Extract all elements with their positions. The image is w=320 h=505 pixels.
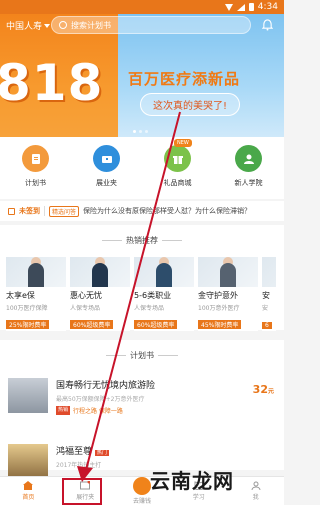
hot-tag: 热销: [56, 406, 71, 415]
plan-icon: [22, 145, 49, 172]
watermark: 云南龙网: [150, 469, 234, 493]
quick-item-plan[interactable]: 计划书: [6, 145, 66, 199]
product-title: 安: [262, 291, 270, 300]
plan-slogan: 行程之路 保障一路: [73, 408, 123, 415]
folder-icon: [93, 145, 120, 172]
new-badge: NEW: [174, 139, 192, 147]
plan-section: 计划书 国寿畅行无忧境内旅游险 最高50万保额保障+2万意外医疗 热销 行程之路…: [0, 340, 284, 479]
product-tag: 25%限时费率: [6, 320, 50, 329]
plan-info: 国寿畅行无忧境内旅游险 最高50万保额保障+2万意外医疗 热销 行程之路 保障一…: [56, 378, 155, 415]
home-icon: [23, 481, 34, 490]
quick-item-academy[interactable]: 新人学院: [219, 145, 279, 199]
product-tag: 6: [262, 322, 272, 329]
pagination-dot: [145, 130, 148, 133]
product-image: [70, 257, 130, 287]
product-card[interactable]: 安 安 6: [262, 257, 276, 331]
product-sub: 100万意外医疗: [198, 305, 240, 312]
product-image: [6, 257, 66, 287]
hot-tag: 热门: [94, 450, 109, 456]
nav-label: 首页: [22, 494, 35, 501]
banner-pagination: [133, 130, 148, 133]
price-unit: 元: [267, 388, 274, 395]
price-value: 32: [252, 383, 268, 396]
plan-tags: 热销 行程之路 保障一路: [56, 406, 155, 415]
notice-text[interactable]: 保险为什么没有原保险那样受人怼？为什么保险滞销？: [83, 206, 273, 216]
highlight-box: [62, 478, 102, 505]
chevron-down-icon: [44, 23, 51, 28]
product-tag: 60%超级费率: [134, 320, 178, 329]
banner-subtitle: 这次真的美哭了!: [140, 93, 241, 116]
product-image: [134, 257, 194, 287]
product-tag: 45%限时费率: [198, 320, 242, 329]
plan-title: 国寿畅行无忧境内旅游险: [56, 381, 156, 391]
notice-bar[interactable]: 未签到 精选问答 保险为什么没有原保险那样受人怼？为什么保险滞销？: [0, 201, 284, 221]
product-sub: 100万医疗保障: [6, 305, 48, 312]
divider: [44, 206, 45, 216]
product-title: 金守护意外: [198, 291, 238, 300]
battery-icon: [248, 3, 254, 11]
nav-profile[interactable]: 我: [227, 477, 284, 505]
product-title: 太享e保: [6, 291, 35, 300]
product-image: [198, 257, 258, 287]
product-sub: 人保专场品: [134, 305, 165, 312]
section-title: 计划书: [0, 350, 284, 361]
pagination-dot: [133, 130, 136, 133]
app-screen: 4:34 818 百万医疗添新品 这次真的美哭了! 中国人寿 计划书: [0, 0, 284, 505]
quick-label: 礼品商城: [163, 179, 192, 187]
hot-section: 热销推荐 太享e保 100万医疗保障 25%限时费率 惠心无忧 人保专场品 60…: [0, 225, 284, 331]
pagination-dot: [139, 130, 142, 133]
banner-big-number: 818: [0, 54, 104, 112]
plan-item[interactable]: 鸿福至尊 热门 2017年热销主打: [8, 444, 278, 479]
hot-card-list: 太享e保 100万医疗保障 25%限时费率 惠心无忧 人保专场品 60%超级费率…: [6, 257, 276, 331]
plan-price: 32元: [253, 383, 274, 396]
product-title: 惠心无忧: [70, 291, 102, 300]
bell-icon[interactable]: [262, 19, 273, 31]
product-title: 5-6类职业: [134, 291, 172, 300]
status-bar: 4:34: [0, 0, 284, 14]
gift-icon: NEW: [164, 139, 192, 172]
bottom-nav: 首页 展行夹 去赚钱 学习 我: [0, 476, 284, 505]
product-image: [262, 257, 276, 287]
quick-item-folder[interactable]: 展业夹: [77, 145, 137, 199]
nav-label: 去赚钱: [132, 498, 151, 505]
wifi-icon: [224, 3, 233, 11]
status-time: 4:34: [257, 2, 278, 12]
graduate-icon: [235, 145, 262, 172]
money-icon: [132, 477, 151, 495]
nav-home[interactable]: 首页: [0, 477, 57, 505]
quick-item-gift[interactable]: NEW 礼品商城: [148, 139, 208, 199]
search-bar[interactable]: [51, 16, 251, 34]
nav-label: 我: [252, 494, 259, 501]
plan-item[interactable]: 国寿畅行无忧境内旅游险 最高50万保额保障+2万意外医疗 热销 行程之路 保障一…: [8, 378, 278, 415]
quick-label: 展业夹: [96, 179, 117, 187]
search-icon: [59, 21, 67, 29]
plan-image: [8, 378, 48, 413]
checkin-icon: [8, 207, 15, 215]
city-label: 中国人寿: [6, 22, 43, 32]
product-card[interactable]: 惠心无忧 人保专场品 60%超级费率: [70, 257, 130, 331]
banner-title: 百万医疗添新品: [128, 70, 241, 88]
product-sub: 安: [262, 305, 269, 312]
plan-image: [8, 444, 48, 479]
plan-info: 鸿福至尊 热门 2017年热销主打: [56, 444, 109, 479]
search-input[interactable]: [71, 20, 241, 30]
plan-title: 鸿福至尊 热门: [56, 447, 109, 457]
quick-label: 计划书: [25, 179, 46, 187]
user-icon: [251, 481, 261, 490]
topic-tag: 精选问答: [49, 205, 80, 217]
product-card[interactable]: 金守护意外 100万意外医疗 45%限时费率: [198, 257, 258, 331]
plan-sub: 2017年热销主打: [56, 462, 102, 469]
quick-menu: 计划书 展业夹 NEW 礼品商城 新人学院: [0, 137, 284, 199]
plan-sub: 最高50万保额保障+2万意外医疗: [56, 396, 145, 403]
product-sub: 人保专场品: [70, 305, 101, 312]
signal-icon: [236, 3, 245, 11]
city-selector[interactable]: 中国人寿: [6, 19, 51, 32]
checkin-status[interactable]: 未签到: [19, 206, 40, 216]
product-tag: 60%超级费率: [70, 320, 114, 329]
quick-label: 新人学院: [234, 179, 263, 187]
product-card[interactable]: 太享e保 100万医疗保障 25%限时费率: [6, 257, 66, 331]
section-title: 热销推荐: [0, 235, 284, 246]
product-card[interactable]: 5-6类职业 人保专场品 60%超级费率: [134, 257, 194, 331]
